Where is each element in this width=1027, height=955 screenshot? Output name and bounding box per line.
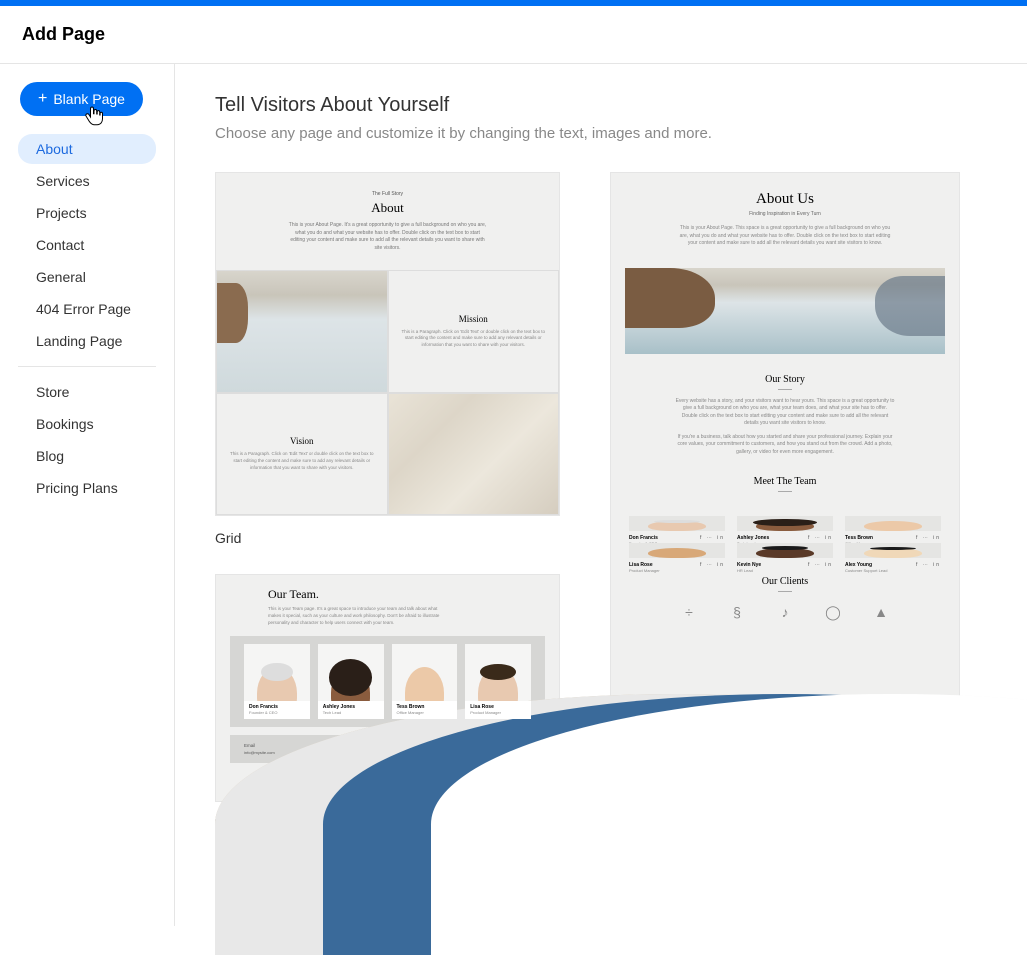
sidebar-item-services[interactable]: Services <box>18 166 156 196</box>
sidebar-item-blog[interactable]: Blog <box>18 441 156 471</box>
client-logo-icon: ÷ <box>676 602 702 622</box>
sidebar-item-404[interactable]: 404 Error Page <box>18 294 156 324</box>
main-title: Tell Visitors About Yourself <box>215 94 987 117</box>
team-intro: This is your Team page. It's a great spa… <box>268 606 448 626</box>
sidebar-item-projects[interactable]: Projects <box>18 198 156 228</box>
sidebar-secondary-nav: Store Bookings Blog Pricing Plans <box>0 377 174 503</box>
client-logo-icon: ♪ <box>772 602 798 622</box>
grid-title: About <box>246 200 529 216</box>
sidebar-primary-nav: About Services Projects Contact General … <box>0 134 174 356</box>
grid-image-bottom-right <box>388 393 560 516</box>
template-about-us[interactable]: About Us Finding Inspiration in Every Tu… <box>610 172 960 822</box>
social-icons: f ⋯ in <box>916 535 941 541</box>
grid-pretitle: The Full Story <box>246 191 529 197</box>
aboutus-title: About Us <box>641 191 929 208</box>
aboutus-story-section: Our Story Every website has a story, and… <box>611 364 959 467</box>
page-header: Add Page <box>0 6 1027 64</box>
team-member: Tess BrownOffice Managerf ⋯ in <box>845 516 941 531</box>
avatar <box>629 543 725 558</box>
sidebar-divider <box>18 366 156 367</box>
template-grid[interactable]: The Full Story About This is your About … <box>215 172 560 516</box>
avatar <box>629 516 725 531</box>
sidebar-item-contact[interactable]: Contact <box>18 230 156 260</box>
sidebar-item-pricing[interactable]: Pricing Plans <box>18 473 156 503</box>
sidebar-item-about[interactable]: About <box>18 134 156 164</box>
grid-image-top-left <box>216 270 388 393</box>
sidebar: + Blank Page About Services Projects Con… <box>0 64 175 926</box>
team-members-row: Don FrancisFounder & CEO Ashley JonesTec… <box>230 636 545 727</box>
team-member: Alex YoungCustomer Support Leadf ⋯ in <box>845 543 941 558</box>
page-title: Add Page <box>22 24 1005 45</box>
avatar <box>845 543 941 558</box>
team-member: Lisa RoseProduct Managerf ⋯ in <box>629 543 725 558</box>
aboutus-intro: This is your About Page. This space is a… <box>675 225 895 248</box>
team-member: Tess BrownOffice Manager <box>392 644 458 719</box>
social-icons: f ⋯ in <box>808 562 833 568</box>
team-member: Don FrancisFounder & CEO <box>244 644 310 719</box>
blank-page-label: Blank Page <box>53 91 125 107</box>
aboutus-team-section: Meet The Team <box>611 466 959 508</box>
main-subtitle: Choose any page and customize it by chan… <box>215 125 987 142</box>
grid-intro: This is your About Page. It's a great op… <box>288 222 488 252</box>
team-member: Kevin NyeHR Leadf ⋯ in <box>737 543 833 558</box>
avatar <box>737 516 833 531</box>
client-logo-icon: ◯ <box>820 602 846 622</box>
grid-mission-cell: Mission This is a Paragraph. Click on 'E… <box>388 270 560 393</box>
sidebar-item-bookings[interactable]: Bookings <box>18 409 156 439</box>
team-member: Ashley JonesTech Leadf ⋯ in <box>737 516 833 531</box>
client-logo-icon: ▲ <box>868 602 894 622</box>
grid-vision-cell: Vision This is a Paragraph. Click on 'Ed… <box>216 393 388 516</box>
avatar <box>845 516 941 531</box>
plus-icon: + <box>38 90 47 108</box>
team-member: Ashley JonesTech Lead <box>318 644 384 719</box>
team-member: Don FrancisFounder & CEOf ⋯ in <box>629 516 725 531</box>
team-title: Our Team. <box>268 587 507 602</box>
sidebar-item-store[interactable]: Store <box>18 377 156 407</box>
blank-page-button[interactable]: + Blank Page <box>20 82 143 116</box>
social-icons: f ⋯ in <box>700 562 725 568</box>
aboutus-hero-image <box>625 268 945 354</box>
main-content: Tell Visitors About Yourself Choose any … <box>175 64 1027 926</box>
aboutus-clients-section: Our Clients ÷ § ♪ ◯ ▲ <box>611 566 959 638</box>
aboutus-team-grid: Don FrancisFounder & CEOf ⋯ in Ashley Jo… <box>611 508 959 566</box>
sidebar-item-general[interactable]: General <box>18 262 156 292</box>
social-icons: f ⋯ in <box>916 562 941 568</box>
template-grid-label: Grid <box>215 530 560 546</box>
sidebar-item-landing[interactable]: Landing Page <box>18 326 156 356</box>
aboutus-subtitle: Finding Inspiration in Every Turn <box>641 211 929 217</box>
social-icons: f ⋯ in <box>700 535 725 541</box>
client-logo-icon: § <box>724 602 750 622</box>
social-icons: f ⋯ in <box>808 535 833 541</box>
team-member: Lisa RoseProduct Manager <box>465 644 531 719</box>
avatar <box>737 543 833 558</box>
